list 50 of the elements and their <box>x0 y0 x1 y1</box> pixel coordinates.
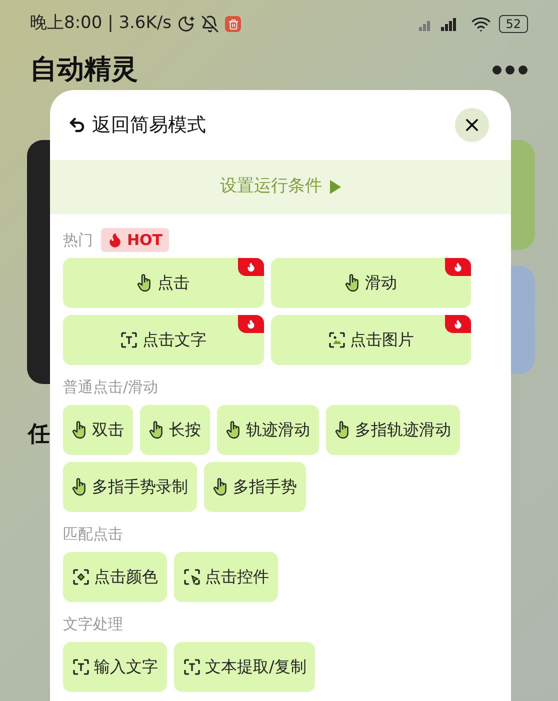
back-arrow-icon <box>68 116 86 134</box>
battery-icon: 52 <box>498 15 528 33</box>
flame-icon <box>453 262 463 272</box>
section-label: 匹配点击 <box>63 524 123 545</box>
action-button[interactable]: 点击控件 <box>174 552 278 602</box>
back-button[interactable]: 返回简易模式 <box>68 110 206 140</box>
action-button[interactable]: 输入文字 <box>63 642 167 692</box>
action-button[interactable]: 长按 <box>140 405 210 455</box>
text-scan-icon <box>72 658 90 676</box>
hand-icon <box>335 420 351 440</box>
action-button[interactable]: 点击颜色 <box>63 552 167 602</box>
hand-icon <box>344 273 361 293</box>
action-button[interactable]: 双击 <box>63 405 133 455</box>
flame-icon <box>246 262 256 272</box>
action-button[interactable]: 多指轨迹滑动 <box>326 405 460 455</box>
section-label: 热门 <box>63 230 93 251</box>
action-button[interactable]: 点击 <box>63 258 264 308</box>
action-button[interactable]: 点击文字 <box>63 315 264 365</box>
action-button[interactable]: 多指手势 <box>204 462 306 512</box>
action-button[interactable]: 滑动 <box>270 258 471 308</box>
section-label: 普通点击/滑动 <box>63 376 158 398</box>
section-label: 文字处理 <box>63 614 123 635</box>
hand-icon <box>137 273 154 293</box>
hand-icon <box>226 420 242 440</box>
flame-icon <box>246 319 256 329</box>
app-notification-icon <box>225 16 242 32</box>
action-button[interactable]: 轨迹滑动 <box>217 405 319 455</box>
status-time: 晚上8:00 | 3.6K/s <box>30 12 172 36</box>
hand-icon <box>149 420 165 440</box>
bell-off-icon <box>201 15 220 33</box>
color-scan-icon <box>72 568 90 586</box>
flame-icon <box>107 232 123 248</box>
close-button[interactable] <box>455 108 489 142</box>
text-scan-icon <box>183 658 201 676</box>
action-button[interactable]: 多指手势录制 <box>63 462 197 512</box>
image-scan-icon <box>328 331 346 349</box>
hot-tag: HOT <box>101 228 169 252</box>
play-icon <box>330 180 341 194</box>
control-scan-icon <box>183 568 201 586</box>
action-button[interactable]: 点击图片 <box>270 315 471 365</box>
action-button[interactable]: 文本提取/复制 <box>174 642 316 692</box>
section-title: 任 <box>28 421 50 449</box>
text-scan-icon <box>120 331 138 349</box>
more-icon[interactable] <box>492 65 528 75</box>
app-title: 自动精灵 <box>30 54 138 86</box>
hand-icon <box>213 477 229 497</box>
moon-icon <box>177 15 196 33</box>
hand-icon <box>72 420 88 440</box>
flame-icon <box>453 319 463 329</box>
hand-icon <box>72 477 88 497</box>
